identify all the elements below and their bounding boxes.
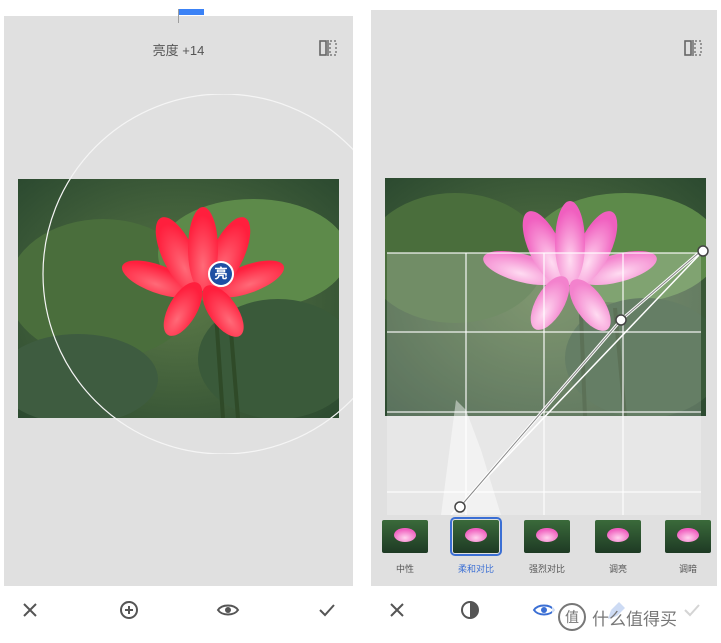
style-thumbnail (524, 520, 570, 553)
style-option-strong-contrast[interactable]: 强烈对比 (517, 520, 577, 575)
indicator-tick (178, 9, 179, 23)
curve-control-point[interactable] (454, 501, 466, 513)
compare-icon[interactable] (319, 40, 337, 56)
watermark-text: 什么值得买 (592, 610, 677, 629)
style-filmstrip: 中性 柔和对比 强烈对比 调亮 调暗 (371, 515, 717, 586)
style-label: 柔和对比 (457, 564, 494, 574)
style-thumbnail (450, 517, 502, 556)
style-label: 中性 (395, 564, 414, 574)
brightness-label: 亮度 +14 (152, 43, 205, 58)
eye-icon[interactable] (216, 598, 240, 622)
brush-radius-circle[interactable] (38, 94, 353, 454)
brightness-marker[interactable]: 亮 (208, 261, 234, 287)
tone-dial-icon[interactable] (458, 598, 482, 622)
style-option-darken[interactable]: 调暗 (658, 520, 718, 575)
add-circle-icon[interactable] (117, 598, 141, 622)
close-icon[interactable] (385, 598, 409, 622)
style-option-brighten[interactable]: 调亮 (588, 520, 648, 575)
style-label: 调亮 (608, 564, 627, 574)
svg-text:值: 值 (565, 610, 579, 626)
style-label: 强烈对比 (528, 564, 565, 574)
curve-control-point[interactable] (615, 314, 627, 326)
close-icon[interactable] (18, 598, 42, 622)
style-thumbnail (595, 520, 641, 553)
style-option-neutral[interactable]: 中性 (375, 520, 435, 575)
style-thumbnail (665, 520, 711, 553)
style-option-soft-contrast[interactable]: 柔和对比 (446, 517, 506, 575)
left-editor-panel: 亮度 +14 亮 (4, 16, 353, 586)
selected-tab-indicator (178, 9, 204, 15)
style-label: 调暗 (678, 564, 697, 574)
curve-control-point[interactable] (697, 245, 709, 257)
style-thumbnail (382, 520, 428, 553)
check-icon[interactable] (315, 598, 339, 622)
right-editor-panel (371, 10, 717, 515)
tone-curve-overlay[interactable] (371, 10, 717, 515)
